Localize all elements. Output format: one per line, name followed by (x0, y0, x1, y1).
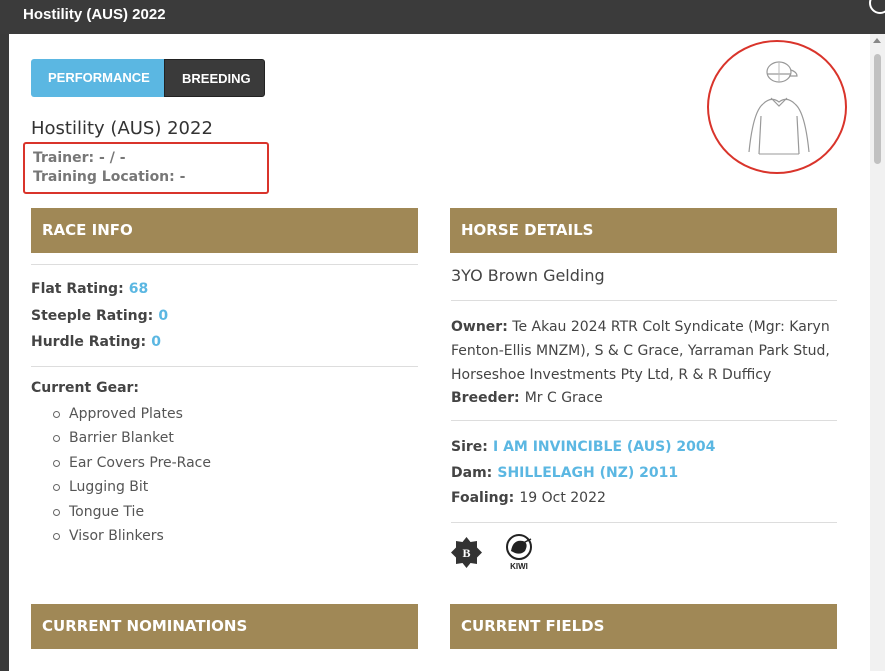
breeder-label: Breeder: (451, 390, 520, 406)
trainer-highlight-box: Trainer: - / - Training Location: - (23, 142, 269, 194)
flat-rating-value[interactable]: 68 (129, 281, 148, 297)
list-item: Ear Covers Pre-Race (31, 451, 211, 475)
dam-label: Dam: (451, 465, 493, 481)
foaling-label: Foaling: (451, 490, 515, 506)
list-item: Barrier Blanket (31, 426, 211, 450)
training-location-label: Training Location: (33, 169, 175, 185)
owner-block: Owner: Te Akau 2024 RTR Colt Syndicate (… (451, 315, 831, 387)
divider (451, 522, 837, 523)
trainer-value: - / - (99, 150, 126, 166)
dam-link[interactable]: SHILLELAGH (NZ) 2011 (497, 465, 678, 481)
window-title: Hostility (AUS) 2022 (23, 6, 166, 23)
hurdle-rating-label: Hurdle Rating: (31, 334, 147, 350)
jockey-silks-icon (748, 61, 810, 155)
divider (31, 264, 418, 265)
window-titlebar: Hostility (AUS) 2022 (0, 0, 885, 34)
scrollbar[interactable] (870, 34, 885, 671)
tab-bar: PERFORMANCE BREEDING (31, 59, 265, 97)
scroll-up-icon[interactable] (873, 38, 881, 43)
list-item: Lugging Bit (31, 475, 211, 499)
current-nominations-heading: CURRENT NOMINATIONS (31, 604, 418, 649)
divider (451, 300, 837, 301)
b-badge-letter: B (462, 546, 470, 560)
close-icon[interactable] (869, 0, 885, 14)
breeder-row: Breeder: Mr C Grace (451, 387, 603, 406)
race-info-heading: RACE INFO (31, 208, 418, 253)
owner-label: Owner: (451, 319, 508, 335)
owner-value: Te Akau 2024 RTR Colt Syndicate (Mgr: Ka… (451, 319, 830, 383)
horse-details-heading: HORSE DETAILS (450, 208, 837, 253)
gear-list: Approved Plates Barrier Blanket Ear Cove… (31, 402, 211, 548)
scrollbar-thumb[interactable] (874, 54, 881, 164)
list-item: Visor Blinkers (31, 524, 211, 548)
trainer-row: Trainer: - / - (33, 150, 126, 166)
hurdle-rating-value[interactable]: 0 (151, 334, 161, 350)
horse-summary: 3YO Brown Gelding (451, 266, 605, 285)
b-badge-icon: B (451, 537, 482, 568)
tab-performance[interactable]: PERFORMANCE (31, 59, 164, 97)
hurdle-rating-row: Hurdle Rating: 0 (31, 331, 161, 350)
breeder-value: Mr C Grace (524, 390, 603, 406)
tab-breeding[interactable]: BREEDING (164, 59, 265, 97)
steeple-rating-label: Steeple Rating: (31, 308, 154, 324)
silks-highlight-circle (707, 40, 847, 174)
foaling-row: Foaling: 19 Oct 2022 (451, 487, 606, 506)
steeple-rating-value[interactable]: 0 (158, 308, 168, 324)
divider (451, 420, 837, 421)
kiwi-logo-icon: KIWI (506, 534, 532, 571)
flat-rating-row: Flat Rating: 68 (31, 278, 148, 297)
sire-label: Sire: (451, 439, 488, 455)
foaling-value: 19 Oct 2022 (519, 490, 606, 506)
list-item: Tongue Tie (31, 500, 211, 524)
trainer-label: Trainer: (33, 150, 95, 166)
training-location-value: - (179, 169, 186, 185)
steeple-rating-row: Steeple Rating: 0 (31, 305, 168, 324)
divider (31, 366, 418, 367)
current-gear-label: Current Gear: (31, 380, 140, 396)
training-location-row: Training Location: - (33, 169, 185, 185)
current-fields-heading: CURRENT FIELDS (450, 604, 837, 649)
sire-row: Sire: I AM INVINCIBLE (AUS) 2004 (451, 436, 715, 455)
horse-modal: PERFORMANCE BREEDING Hostility (AUS) 202… (9, 34, 885, 671)
kiwi-logo-text: KIWI (510, 562, 528, 571)
dam-row: Dam: SHILLELAGH (NZ) 2011 (451, 462, 678, 481)
horse-title: Hostility (AUS) 2022 (31, 118, 213, 139)
flat-rating-label: Flat Rating: (31, 281, 124, 297)
list-item: Approved Plates (31, 402, 211, 426)
sire-link[interactable]: I AM INVINCIBLE (AUS) 2004 (493, 439, 715, 455)
